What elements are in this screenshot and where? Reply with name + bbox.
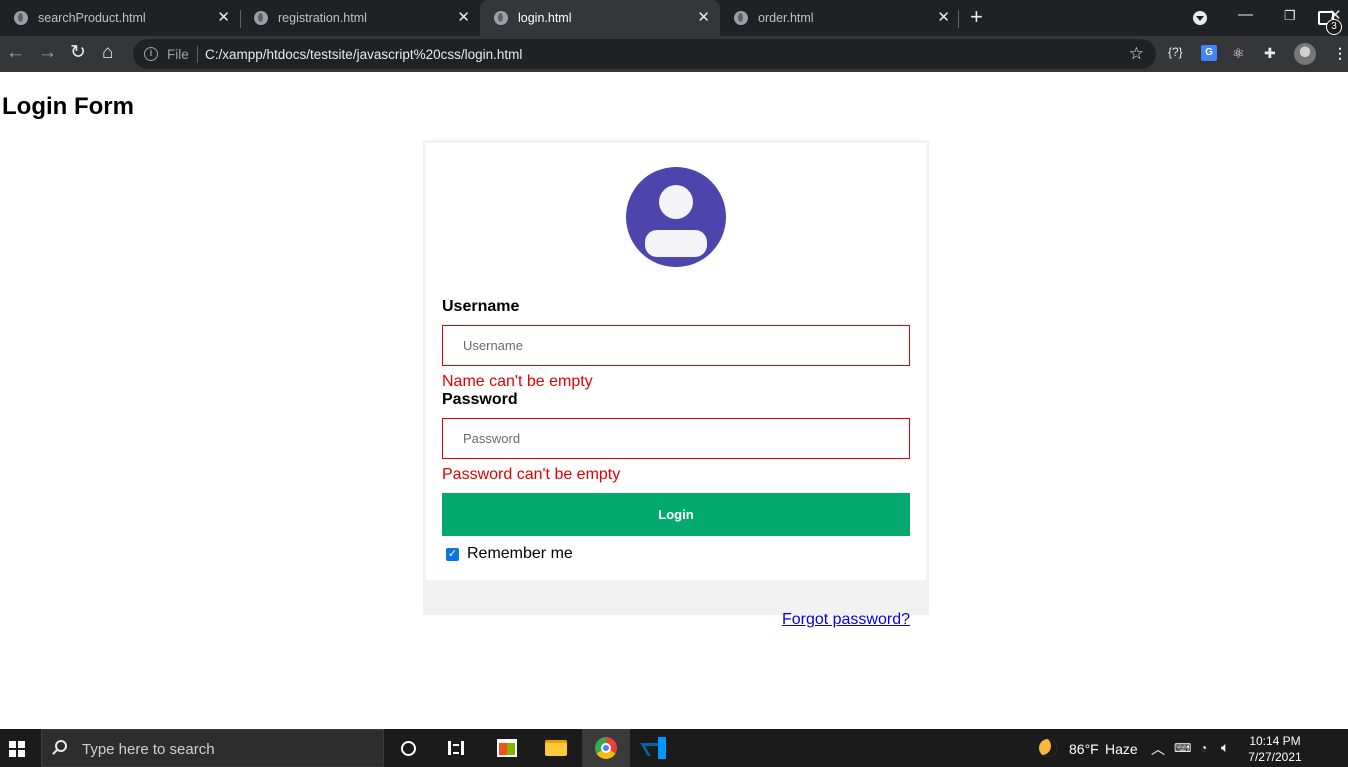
input-method-icon[interactable]: ⌨ xyxy=(1174,741,1191,755)
react-devtools-icon[interactable]: ⚛ xyxy=(1232,45,1245,62)
cortana-button[interactable] xyxy=(384,729,432,767)
password-error: Password can't be empty xyxy=(442,466,621,483)
weather-temp[interactable]: 86°F xyxy=(1069,741,1099,757)
tab-label: searchProduct.html xyxy=(38,11,146,25)
tab-searchproduct[interactable]: searchProduct.html ✕ xyxy=(0,0,240,36)
notification-count-badge: 3 xyxy=(1326,19,1342,35)
page-title: Login Form xyxy=(2,93,134,120)
close-tab-icon[interactable]: ✕ xyxy=(217,10,230,26)
wifi-icon[interactable]: ◔ xyxy=(1200,741,1207,755)
volume-icon[interactable]: 🔈︎ xyxy=(1221,739,1229,756)
file-explorer-icon xyxy=(545,740,567,756)
microsoft-store-icon xyxy=(497,739,517,757)
browser-tab-strip: searchProduct.html ✕ registration.html ✕… xyxy=(0,0,1348,36)
tab-registration[interactable]: registration.html ✕ xyxy=(240,0,480,36)
browser-toolbar: ← → ↻ ⌂ i File C:/xampp/htdocs/testsite/… xyxy=(0,36,1348,72)
json-extension-icon[interactable]: {?} xyxy=(1168,45,1183,59)
username-error: Name can't be empty xyxy=(442,373,593,390)
tab-login[interactable]: login.html ✕ xyxy=(480,0,720,36)
username-label: Username xyxy=(442,298,520,315)
user-avatar-icon xyxy=(626,167,726,267)
close-tab-icon[interactable]: ✕ xyxy=(937,10,950,26)
info-icon[interactable]: i xyxy=(144,47,158,61)
close-tab-icon[interactable]: ✕ xyxy=(457,10,470,26)
store-button[interactable] xyxy=(483,729,531,767)
tab-label: login.html xyxy=(518,11,572,25)
back-arrow-icon[interactable]: ← xyxy=(6,42,25,64)
chrome-taskbar-button[interactable] xyxy=(582,729,630,767)
taskbar-clock[interactable]: 10:14 PM 7/27/2021 xyxy=(1244,733,1306,765)
address-bar[interactable]: i File C:/xampp/htdocs/testsite/javascri… xyxy=(133,39,1156,69)
extensions-puzzle-icon[interactable]: ✚ xyxy=(1264,45,1276,62)
google-translate-icon[interactable]: G xyxy=(1201,45,1217,61)
windows-taskbar: Type here to search 86°F Haze ︿ ⌨ ◔ 🔈︎ 1… xyxy=(0,729,1348,767)
avatar-body xyxy=(645,230,707,257)
tab-search-icon[interactable] xyxy=(1193,11,1207,25)
tab-divider xyxy=(958,10,959,28)
chrome-menu-icon[interactable]: ⋮ xyxy=(1333,45,1347,62)
tab-label: order.html xyxy=(758,11,814,25)
plus-icon: + xyxy=(970,4,983,29)
clock-date: 7/27/2021 xyxy=(1248,750,1302,764)
taskbar-search-box[interactable]: Type here to search xyxy=(41,729,384,767)
restore-icon[interactable]: ❐ xyxy=(1284,8,1296,24)
tab-order[interactable]: order.html ✕ xyxy=(720,0,960,36)
windows-start-icon[interactable] xyxy=(9,741,25,757)
close-tab-icon[interactable]: ✕ xyxy=(697,10,710,26)
bookmark-star-icon[interactable]: ☆ xyxy=(1129,44,1144,64)
file-explorer-button[interactable] xyxy=(532,729,580,767)
task-view-icon xyxy=(448,741,464,755)
globe-icon xyxy=(734,11,748,25)
password-input[interactable] xyxy=(443,419,909,458)
globe-icon xyxy=(254,11,268,25)
cortana-icon xyxy=(400,740,416,756)
tab-label: registration.html xyxy=(278,11,367,25)
remember-me[interactable]: ✓ Remember me xyxy=(446,545,573,563)
weather-condition[interactable]: Haze xyxy=(1105,741,1138,757)
avatar-head xyxy=(659,185,693,219)
username-field-wrapper xyxy=(442,325,910,366)
globe-icon xyxy=(494,11,508,25)
password-label: Password xyxy=(442,391,518,408)
task-view-button[interactable] xyxy=(432,729,480,767)
vscode-taskbar-button[interactable] xyxy=(631,729,679,767)
password-field-wrapper xyxy=(442,418,910,459)
forward-arrow-icon[interactable]: → xyxy=(38,42,57,64)
search-icon xyxy=(55,740,67,752)
chrome-icon xyxy=(595,737,617,759)
minimize-icon[interactable]: — xyxy=(1238,6,1253,23)
forgot-password-link[interactable]: Forgot password? xyxy=(782,611,910,629)
url-text[interactable]: C:/xampp/htdocs/testsite/javascript%20cs… xyxy=(205,47,522,62)
globe-icon xyxy=(14,11,28,25)
remember-me-checkbox[interactable]: ✓ xyxy=(446,547,459,561)
home-icon[interactable]: ⌂ xyxy=(102,42,113,64)
omnibox-divider xyxy=(197,46,198,63)
taskbar-search-placeholder: Type here to search xyxy=(82,741,215,758)
remember-me-label: Remember me xyxy=(467,545,573,562)
profile-avatar[interactable] xyxy=(1294,43,1316,65)
new-tab-button[interactable]: + xyxy=(970,6,983,28)
chevron-up-icon[interactable]: ︿ xyxy=(1151,739,1165,759)
reload-icon[interactable]: ↻ xyxy=(70,42,86,64)
login-button[interactable]: Login xyxy=(442,493,910,536)
username-input[interactable] xyxy=(443,326,909,365)
weather-moon-icon[interactable] xyxy=(1039,739,1057,757)
file-label: File xyxy=(167,47,189,62)
clock-time: 10:14 PM xyxy=(1249,734,1301,748)
vscode-icon xyxy=(644,737,666,759)
